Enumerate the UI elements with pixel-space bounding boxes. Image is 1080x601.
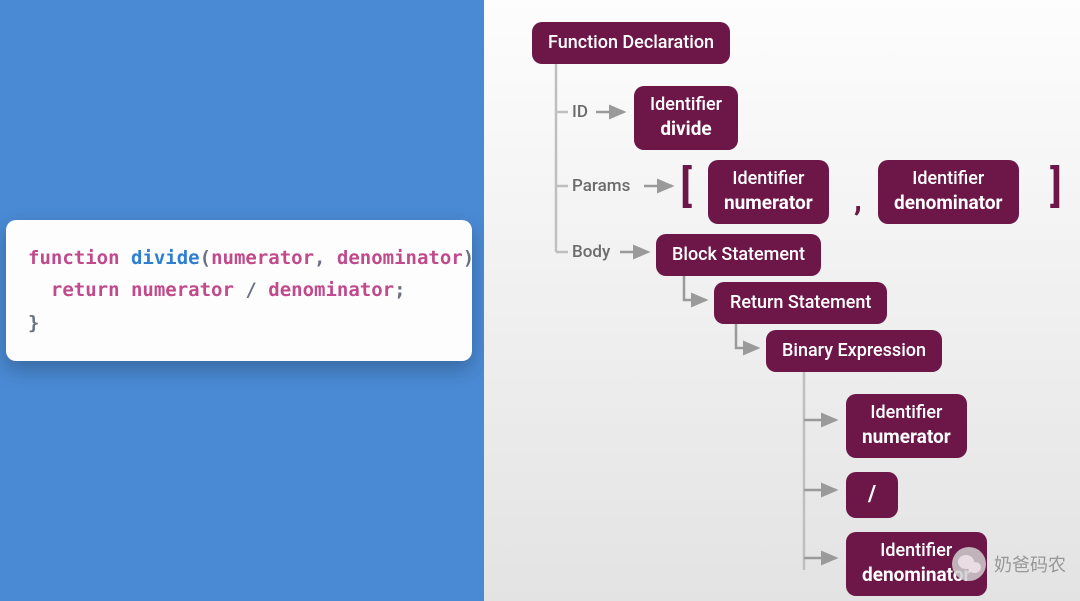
token-param-denominator: denominator [337,247,463,269]
ast-edge-label-body: Body [572,242,610,262]
token-brace-close: } [28,312,39,334]
token-function-keyword: function [28,247,120,269]
code-line-1: function divide(numerator, denominator) … [28,242,452,274]
token-paren-open: ( [200,247,211,269]
bracket-close: ] [1050,164,1062,208]
ast-node-sub: divide [650,118,722,141]
ast-node-param-denominator: Identifier denominator [878,160,1019,224]
code-line-3: } [28,307,452,339]
token-return: return [51,279,120,301]
ast-node-sub: numerator [724,192,813,215]
ast-node-sub: denominator [894,192,1003,215]
code-card: function divide(numerator, denominator) … [6,220,472,361]
token-param-numerator: numerator [211,247,314,269]
ast-pane: Function Declaration ID Identifier divid… [484,0,1080,601]
code-line-2: return numerator / denominator; [28,274,452,306]
watermark: 奶爸码农 [952,547,1066,581]
token-ident-numerator: numerator [131,279,234,301]
bracket-open: [ [680,164,692,208]
token-ident-denominator: denominator [268,279,394,301]
ast-node-id-identifier: Identifier divide [634,86,738,150]
token-semicolon: ; [394,279,405,301]
token-paren-close: ) [463,247,474,269]
token-operator: / [245,279,256,301]
ast-node-function-declaration: Function Declaration [532,22,730,64]
ast-node-sub: numerator [862,426,951,449]
ast-node-return-statement: Return Statement [714,282,887,324]
wechat-icon [952,547,986,581]
token-function-name: divide [131,247,200,269]
ast-edge-label-id: ID [572,102,588,122]
ast-node-block-statement: Block Statement [656,234,821,276]
ast-edge-label-params: Params [572,176,630,196]
watermark-text: 奶爸码农 [994,551,1066,577]
ast-node-title: Identifier [870,402,942,423]
ast-node-binary-expression: Binary Expression [766,330,942,372]
ast-node-title: Identifier [912,168,984,189]
params-comma: , [854,180,862,218]
token-comma: , [314,247,325,269]
ast-node-leaf-numerator: Identifier numerator [846,394,967,458]
ast-node-title: Identifier [650,94,722,115]
ast-node-param-numerator: Identifier numerator [708,160,829,224]
code-pane: function divide(numerator, denominator) … [0,0,484,601]
ast-node-leaf-operator: / [846,472,898,518]
ast-node-title: Identifier [732,168,804,189]
ast-node-title: Identifier [880,540,952,561]
